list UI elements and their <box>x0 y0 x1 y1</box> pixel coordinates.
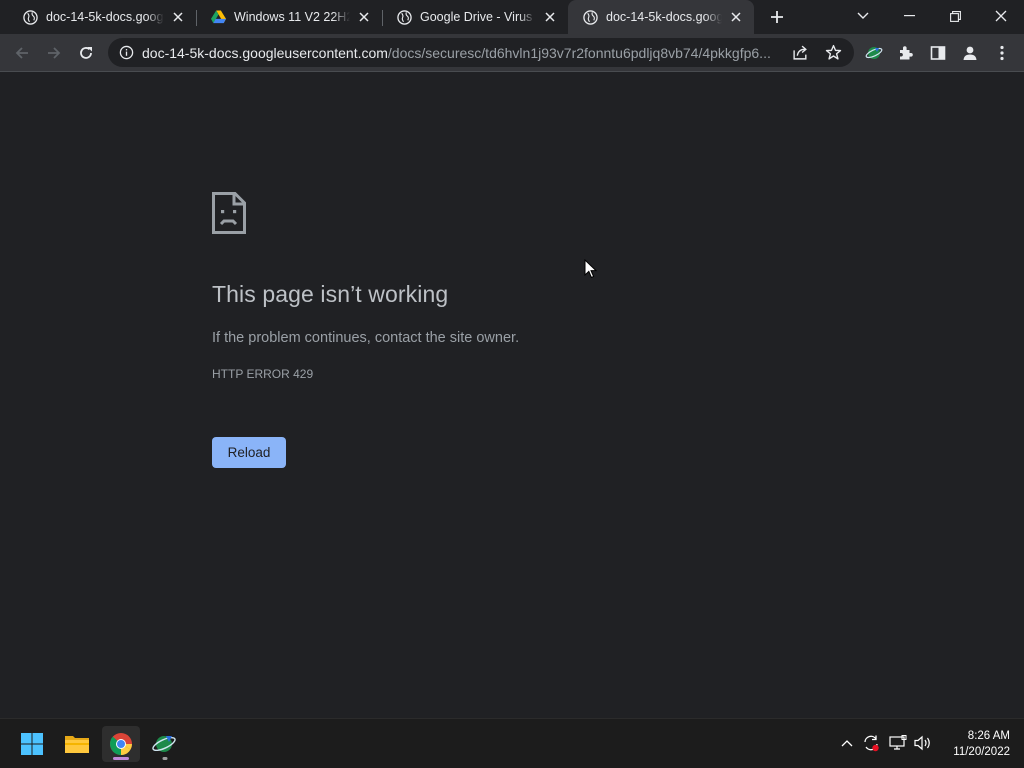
error-title: This page isn’t working <box>212 281 449 307</box>
idm-taskbar-button[interactable] <box>146 726 184 762</box>
tab-2[interactable]: Windows 11 V2 22H2 bypass <box>196 0 382 34</box>
taskbar-clock[interactable]: 8:26 AM 11/20/2022 <box>942 728 1010 760</box>
tab-strip: doc-14-5k-docs.googleusercontent.com Win… <box>0 0 1024 34</box>
bookmark-star-icon[interactable] <box>825 44 842 66</box>
reload-toolbar-button[interactable] <box>72 39 100 67</box>
sync-alert-tray-icon[interactable] <box>861 733 881 753</box>
clock-date: 11/20/2022 <box>953 746 1010 758</box>
start-icon <box>21 733 43 755</box>
arrow-right-icon <box>48 47 61 59</box>
internet-download-manager-icon <box>152 736 176 752</box>
minimize-icon <box>903 15 915 17</box>
chevron-down-icon <box>857 12 869 19</box>
volume-tray-icon[interactable] <box>913 733 933 753</box>
chrome-taskbar-button[interactable] <box>102 726 140 762</box>
tab-1[interactable]: doc-14-5k-docs.googleusercontent.com <box>8 0 196 34</box>
browser-toolbar: doc-14-5k-docs.googleusercontent.com/doc… <box>0 34 1024 72</box>
minimize-button[interactable] <box>886 0 932 32</box>
info-icon[interactable] <box>118 45 134 61</box>
close-icon <box>995 10 1007 22</box>
forward-button[interactable] <box>40 39 68 67</box>
reload-button[interactable]: Reload <box>212 437 286 468</box>
address-bar[interactable]: doc-14-5k-docs.googleusercontent.com/doc… <box>108 38 854 67</box>
chrome-icon <box>109 733 132 755</box>
tab-3[interactable]: Google Drive - Virus scan warning <box>382 0 568 34</box>
arrow-left-icon <box>15 47 28 59</box>
url-host: doc-14-5k-docs.googleusercontent.com <box>142 44 388 61</box>
mouse-cursor-icon <box>584 259 598 279</box>
restore-button[interactable] <box>932 0 978 32</box>
page-content: This page isn’t working If the problem c… <box>0 72 1024 718</box>
share-icon[interactable] <box>792 44 809 66</box>
idm-extension-icon[interactable] <box>860 39 888 67</box>
tab-title: doc-14-5k-docs.googleusercontent.com <box>606 10 722 24</box>
profile-avatar-icon[interactable] <box>956 39 984 67</box>
clock-time: 8:26 AM <box>967 730 1010 742</box>
error-code: HTTP ERROR 429 <box>212 367 314 381</box>
tab-title: doc-14-5k-docs.googleusercontent.com <box>46 10 164 24</box>
extensions-puzzle-icon[interactable] <box>892 39 920 67</box>
running-app-indicator <box>162 757 168 760</box>
menu-kebab-icon[interactable] <box>988 39 1016 67</box>
close-tab-icon[interactable] <box>356 9 372 25</box>
tab-4-active[interactable]: doc-14-5k-docs.googleusercontent.com <box>568 0 754 34</box>
url-path: /docs/securesc/td6hvln1j93v7r2fonntu6pdl… <box>387 44 771 61</box>
tab-title: Windows 11 V2 22H2 bypass <box>234 10 350 24</box>
tab-search-button[interactable] <box>840 0 886 32</box>
error-description: If the problem continues, contact the si… <box>212 330 520 346</box>
back-button[interactable] <box>8 39 36 67</box>
close-tab-icon[interactable] <box>170 9 186 25</box>
globe-icon <box>582 9 598 25</box>
close-tab-icon[interactable] <box>728 9 744 25</box>
tray-overflow-button[interactable] <box>837 733 857 753</box>
globe-icon <box>396 9 412 25</box>
start-button[interactable] <box>13 726 51 762</box>
windows-taskbar: 8:26 AM 11/20/2022 <box>0 718 1024 768</box>
refresh-icon <box>80 47 92 59</box>
tab-title: Google Drive - Virus scan warning <box>420 10 536 24</box>
file-explorer-icon <box>65 736 89 753</box>
globe-icon <box>22 9 38 25</box>
close-window-button[interactable] <box>978 0 1024 32</box>
google-drive-icon <box>210 9 226 25</box>
side-panel-icon[interactable] <box>924 39 952 67</box>
restore-icon <box>949 10 961 22</box>
sad-page-icon <box>212 192 246 234</box>
chevron-up-icon <box>841 740 853 747</box>
new-tab-button[interactable] <box>766 7 788 27</box>
file-explorer-button[interactable] <box>58 726 96 762</box>
active-app-indicator <box>113 757 129 760</box>
close-tab-icon[interactable] <box>542 9 558 25</box>
network-tray-icon[interactable] <box>888 733 908 753</box>
url-text[interactable]: doc-14-5k-docs.googleusercontent.com/doc… <box>142 45 782 61</box>
